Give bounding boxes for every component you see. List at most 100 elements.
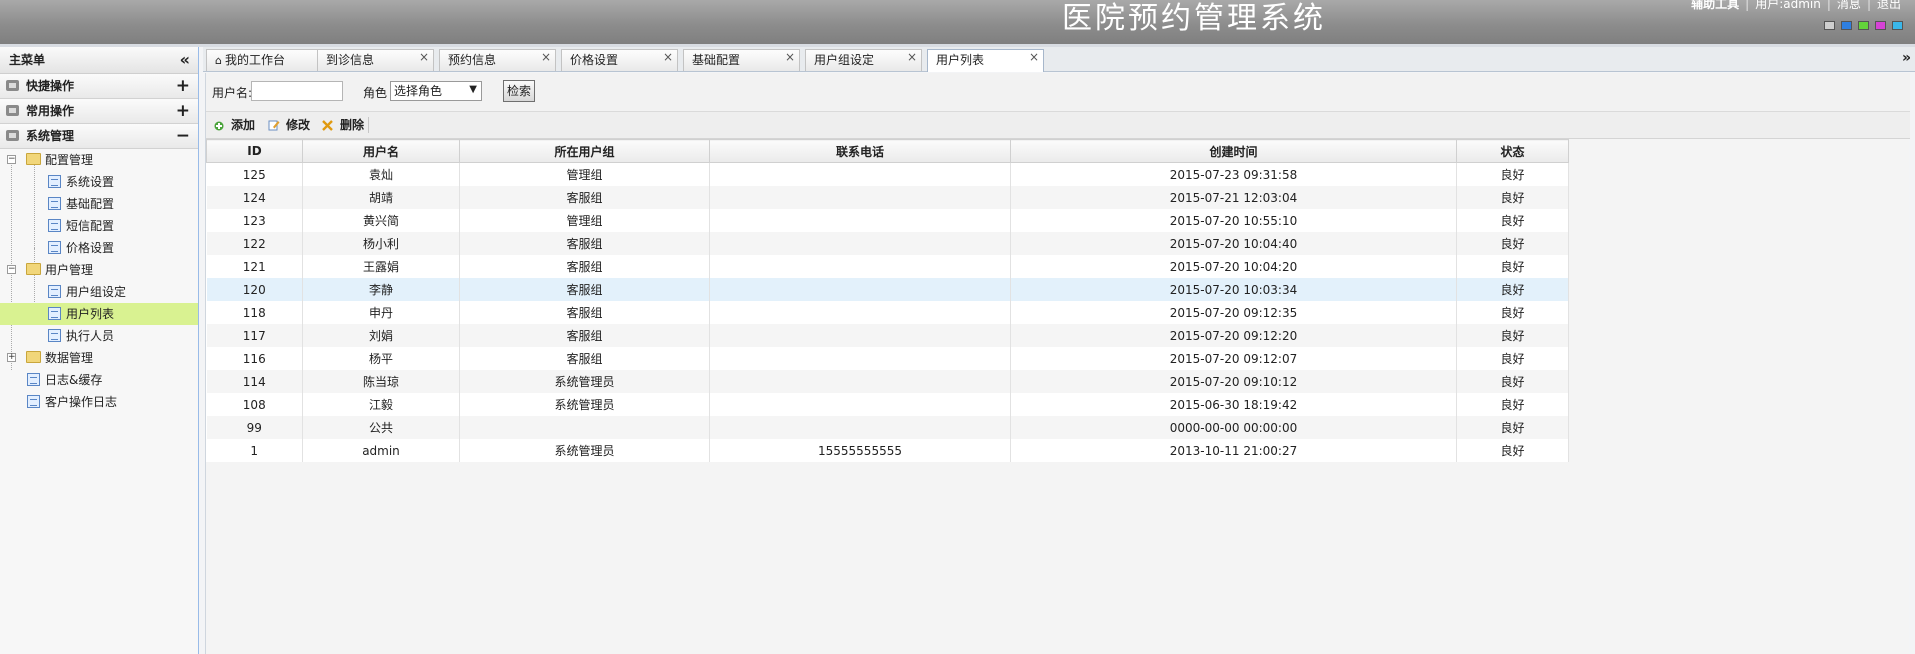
cell-phone xyxy=(709,209,1011,232)
table-row[interactable]: 118 申丹 客服组 2015-07-20 09:12:35 良好 xyxy=(206,301,1569,324)
theme-swatch-blue[interactable] xyxy=(1841,21,1852,30)
tree-item-basic-config[interactable]: 基础配置 xyxy=(0,193,198,215)
table-row[interactable]: 120 李静 客服组 2015-07-20 10:03:34 良好 xyxy=(206,278,1569,301)
tree-item-logs-cache[interactable]: 日志&缓存 xyxy=(0,369,198,391)
table-row[interactable]: 99 公共 0000-00-00 00:00:00 良好 xyxy=(206,416,1569,439)
column-header-created[interactable]: 创建时间 xyxy=(1010,139,1457,163)
cell-created: 2015-06-30 18:19:42 xyxy=(1010,393,1457,416)
tools-link[interactable]: 辅助工具 xyxy=(1685,0,1745,11)
tree-item-system-settings[interactable]: 系统设置 xyxy=(0,171,198,193)
table-row[interactable]: 124 胡靖 客服组 2015-07-21 12:03:04 良好 xyxy=(206,186,1569,209)
table-row[interactable]: 116 杨平 客服组 2015-07-20 09:12:07 良好 xyxy=(206,347,1569,370)
collapse-icon[interactable]: − xyxy=(7,265,16,274)
theme-swatch-cyan[interactable] xyxy=(1892,21,1903,30)
cell-username: 袁灿 xyxy=(302,162,460,186)
theme-swatch-gray[interactable] xyxy=(1824,21,1835,30)
cell-id: 1 xyxy=(206,439,303,462)
table-header-row: ID 用户名 所在用户组 联系电话 创建时间 状态 xyxy=(206,139,1569,163)
column-header-id[interactable]: ID xyxy=(206,139,303,163)
user-table: ID 用户名 所在用户组 联系电话 创建时间 状态 125 袁灿 管理组 2015-0… xyxy=(206,139,1569,462)
table-row[interactable]: 123 黄兴简 管理组 2015-07-20 10:55:10 良好 xyxy=(206,209,1569,232)
table-row[interactable]: 108 江毅 系统管理员 2015-06-30 18:19:42 良好 xyxy=(206,393,1569,416)
cell-status: 良好 xyxy=(1456,278,1569,301)
column-header-group[interactable]: 所在用户组 xyxy=(459,139,710,163)
sidebar-section-system[interactable]: 系统管理 − xyxy=(0,124,198,149)
minus-icon[interactable]: − xyxy=(176,124,190,148)
cell-phone xyxy=(709,162,1011,186)
logout-link[interactable]: 退出 xyxy=(1871,0,1907,11)
cell-phone xyxy=(709,393,1011,416)
column-header-username[interactable]: 用户名 xyxy=(302,139,460,163)
expand-icon[interactable]: + xyxy=(7,353,16,362)
messages-link[interactable]: 消息 xyxy=(1831,0,1867,11)
plus-icon[interactable]: + xyxy=(176,99,190,123)
table-row[interactable]: 122 杨小利 客服组 2015-07-20 10:04:40 良好 xyxy=(206,232,1569,255)
role-select-value: 选择角色 xyxy=(394,84,443,98)
cell-username: 杨平 xyxy=(302,347,460,370)
column-header-phone[interactable]: 联系电话 xyxy=(709,139,1011,163)
cell-username: admin xyxy=(302,439,460,462)
table-row[interactable]: 114 陈当琼 系统管理员 2015-07-20 09:10:12 良好 xyxy=(206,370,1569,393)
tab-price-settings[interactable]: 价格设置 × xyxy=(561,49,678,71)
tab-appointment-info[interactable]: 预约信息 × xyxy=(439,49,556,71)
cell-phone: 15555555555 xyxy=(709,439,1011,462)
tab-label: 价格设置 xyxy=(570,53,619,67)
close-icon[interactable]: × xyxy=(663,47,673,68)
cell-id: 121 xyxy=(206,255,303,278)
tab-visit-info[interactable]: 到诊信息 × xyxy=(317,49,434,71)
tab-user-list[interactable]: 用户列表 × xyxy=(927,49,1044,72)
tab-workbench[interactable]: ⌂ 我的工作台 xyxy=(206,49,323,71)
tree-node-users[interactable]: − 用户管理 xyxy=(0,259,198,281)
search-button[interactable]: 检索 xyxy=(503,80,535,102)
sidebar-section-common[interactable]: 常用操作 + xyxy=(0,99,198,124)
close-icon[interactable]: × xyxy=(541,47,551,68)
sidebar-section-quick[interactable]: 快捷操作 + xyxy=(0,74,198,99)
table-row[interactable]: 125 袁灿 管理组 2015-07-23 09:31:58 良好 xyxy=(206,162,1569,186)
tab-label: 基础配置 xyxy=(692,53,741,67)
cell-status: 良好 xyxy=(1456,416,1569,439)
tab-user-group[interactable]: 用户组设定 × xyxy=(805,49,922,71)
cell-status: 良好 xyxy=(1456,393,1569,416)
close-icon[interactable]: × xyxy=(907,47,917,68)
add-button[interactable]: 添加 xyxy=(213,116,261,134)
tree-item-price-settings[interactable]: 价格设置 xyxy=(0,237,198,259)
tree-item-operators[interactable]: 执行人员 xyxy=(0,325,198,347)
cell-created: 2015-07-20 10:04:20 xyxy=(1010,255,1457,278)
username-input[interactable] xyxy=(251,81,343,101)
close-icon[interactable]: × xyxy=(785,47,795,68)
folder-icon xyxy=(26,263,41,275)
tree-item-user-group[interactable]: 用户组设定 xyxy=(0,281,198,303)
delete-button[interactable]: 删除 xyxy=(322,116,370,134)
close-icon[interactable]: × xyxy=(1029,47,1039,68)
cell-id: 123 xyxy=(206,209,303,232)
plus-icon[interactable]: + xyxy=(176,74,190,98)
tree-item-user-list[interactable]: 用户列表 xyxy=(0,303,198,325)
theme-swatch-pink[interactable] xyxy=(1875,21,1886,30)
cell-group: 客服组 xyxy=(459,278,710,301)
page-icon xyxy=(27,373,40,386)
table-row[interactable]: 121 王露娟 客服组 2015-07-20 10:04:20 良好 xyxy=(206,255,1569,278)
cell-group: 客服组 xyxy=(459,232,710,255)
role-select[interactable]: 选择角色 ▼ xyxy=(390,81,482,101)
theme-swatch-green[interactable] xyxy=(1858,21,1869,30)
tab-scroll-icon[interactable]: » xyxy=(1902,50,1911,66)
close-icon[interactable]: × xyxy=(419,47,429,68)
cell-status: 良好 xyxy=(1456,232,1569,255)
current-user-label: 用户:admin xyxy=(1755,0,1821,11)
double-chevron-left-icon[interactable]: « xyxy=(180,47,190,73)
column-header-status[interactable]: 状态 xyxy=(1456,139,1569,163)
tree-node-config[interactable]: − 配置管理 xyxy=(0,149,198,171)
table-row[interactable]: 117 刘娟 客服组 2015-07-20 09:12:20 良好 xyxy=(206,324,1569,347)
collapse-icon[interactable]: − xyxy=(7,155,16,164)
tree-node-label: 数据管理 xyxy=(45,351,94,365)
tree-node-label: 配置管理 xyxy=(45,153,94,167)
edit-button[interactable]: 修改 xyxy=(268,116,316,134)
cell-id: 108 xyxy=(206,393,303,416)
toolbar-divider xyxy=(368,117,369,133)
tree-node-data[interactable]: + 数据管理 xyxy=(0,347,198,369)
tree-item-sms-config[interactable]: 短信配置 xyxy=(0,215,198,237)
table-row[interactable]: 1 admin 系统管理员 15555555555 2013-10-11 21:00:2… xyxy=(206,439,1569,462)
tab-basic-config[interactable]: 基础配置 × xyxy=(683,49,800,71)
tree-item-customer-log[interactable]: 客户操作日志 xyxy=(0,391,198,413)
cell-username: 胡靖 xyxy=(302,186,460,209)
